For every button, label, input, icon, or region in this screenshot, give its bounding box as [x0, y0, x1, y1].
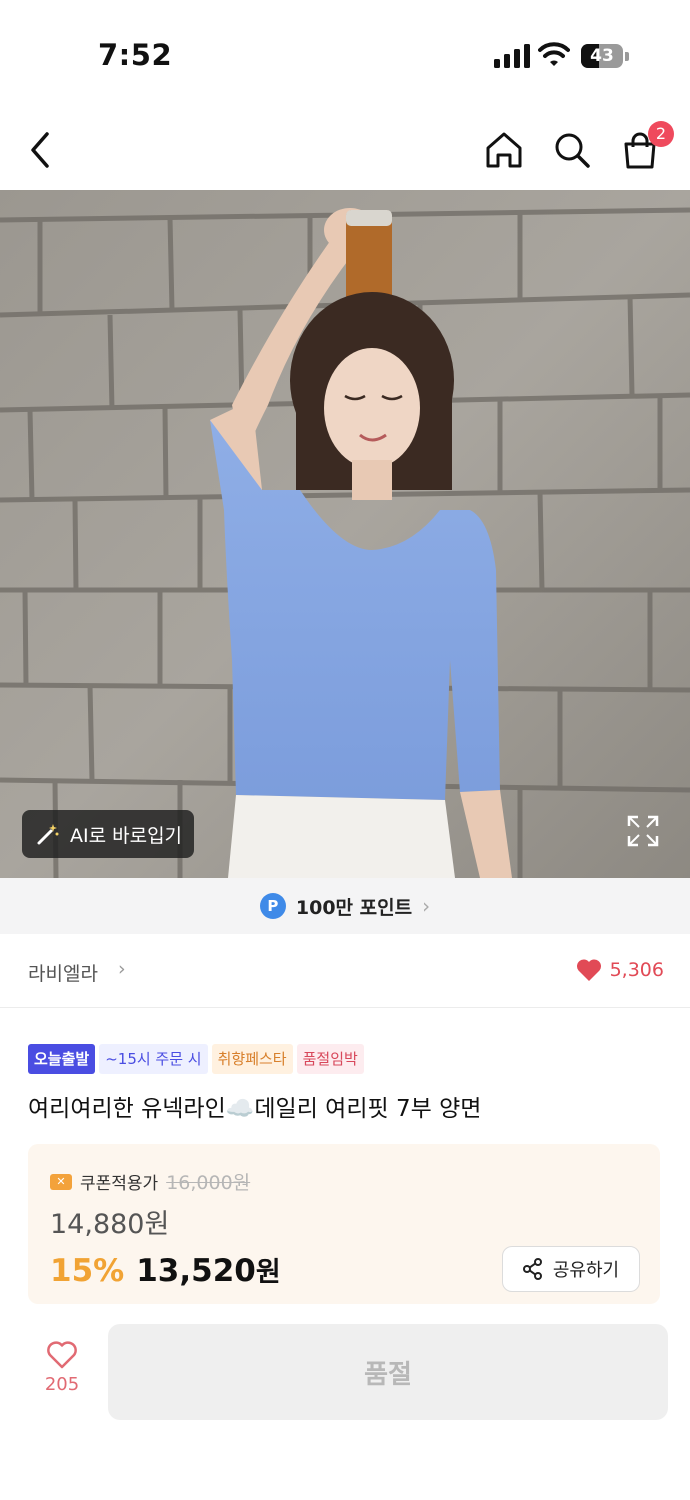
final-price: 13,520원 [136, 1250, 280, 1289]
magic-wand-icon [37, 824, 59, 845]
product-image[interactable]: AI로 바로입기 [0, 190, 690, 878]
heart-filled-icon [576, 959, 601, 981]
product-tags: 오늘출발 ~15시 주문 시 취향페스타 품절임박 [28, 1044, 364, 1074]
wishlist-button[interactable]: 205 [26, 1340, 98, 1414]
cellular-signal-icon [494, 44, 530, 68]
coupon-row: ✕ 쿠폰적용가 16,000원 [50, 1168, 250, 1195]
tag-today-shipping: 오늘출발 [28, 1044, 96, 1074]
brand-like-count: 5,306 [609, 959, 664, 981]
points-icon: P [259, 893, 286, 919]
back-button[interactable] [12, 110, 68, 190]
home-button[interactable] [476, 110, 532, 190]
product-photo [0, 190, 690, 878]
wifi-icon [538, 42, 570, 66]
tag-order-deadline: ~15시 주문 시 [99, 1044, 208, 1074]
final-price-row: 15% 13,520원 [50, 1250, 281, 1289]
heart-outline-icon [47, 1341, 77, 1369]
share-label: 공유하기 [552, 1260, 620, 1281]
ai-tryon-label: AI로 바로입기 [70, 824, 183, 847]
wishlist-count: 205 [44, 1374, 80, 1395]
battery-indicator: 43 [581, 44, 629, 68]
intermediate-price: 14,880원 [50, 1209, 170, 1240]
home-icon [486, 132, 522, 168]
search-icon [555, 133, 590, 168]
product-title: 여리여리한 유넥라인☁️데일리 여리핏 7부 양면 [28, 1096, 482, 1122]
discount-rate: 15% [50, 1253, 125, 1289]
brand-name-link[interactable]: 라비엘라 [28, 959, 98, 986]
expand-icon[interactable] [626, 814, 660, 848]
coupon-icon: ✕ [50, 1173, 72, 1190]
final-price-unit: 원 [255, 1257, 281, 1288]
final-price-number: 13,520 [136, 1253, 256, 1289]
battery-percent: 43 [590, 46, 614, 66]
share-icon [522, 1258, 542, 1280]
brand-row: 라비엘라 › 5,306 [0, 934, 690, 1008]
price-box: ✕ 쿠폰적용가 16,000원 14,880원 15% 13,520원 공유하기 [28, 1144, 660, 1304]
share-button[interactable]: 공유하기 [502, 1246, 640, 1292]
chevron-right-icon: › [422, 894, 431, 918]
points-banner[interactable]: P 100만 포인트 › [0, 878, 690, 934]
chevron-right-icon: › [118, 958, 126, 980]
status-bar: 7:52 43 [0, 0, 690, 110]
status-time: 7:52 [98, 38, 173, 72]
brand-like-button[interactable]: 5,306 [576, 958, 664, 982]
soldout-button[interactable]: 품절 [108, 1324, 668, 1420]
original-price: 16,000원 [166, 1172, 251, 1194]
cart-count-badge: 2 [648, 121, 674, 147]
coupon-label: 쿠폰적용가 [80, 1174, 159, 1194]
ai-tryon-button[interactable]: AI로 바로입기 [22, 810, 194, 858]
battery-cap [625, 52, 629, 61]
tag-festa: 취향페스타 [211, 1044, 293, 1074]
search-button[interactable] [544, 110, 600, 190]
points-label: 100만 포인트 [295, 896, 413, 919]
top-navigation [0, 110, 690, 190]
back-arrow-icon [31, 132, 49, 168]
tag-almost-soldout: 품절임박 [296, 1044, 364, 1074]
